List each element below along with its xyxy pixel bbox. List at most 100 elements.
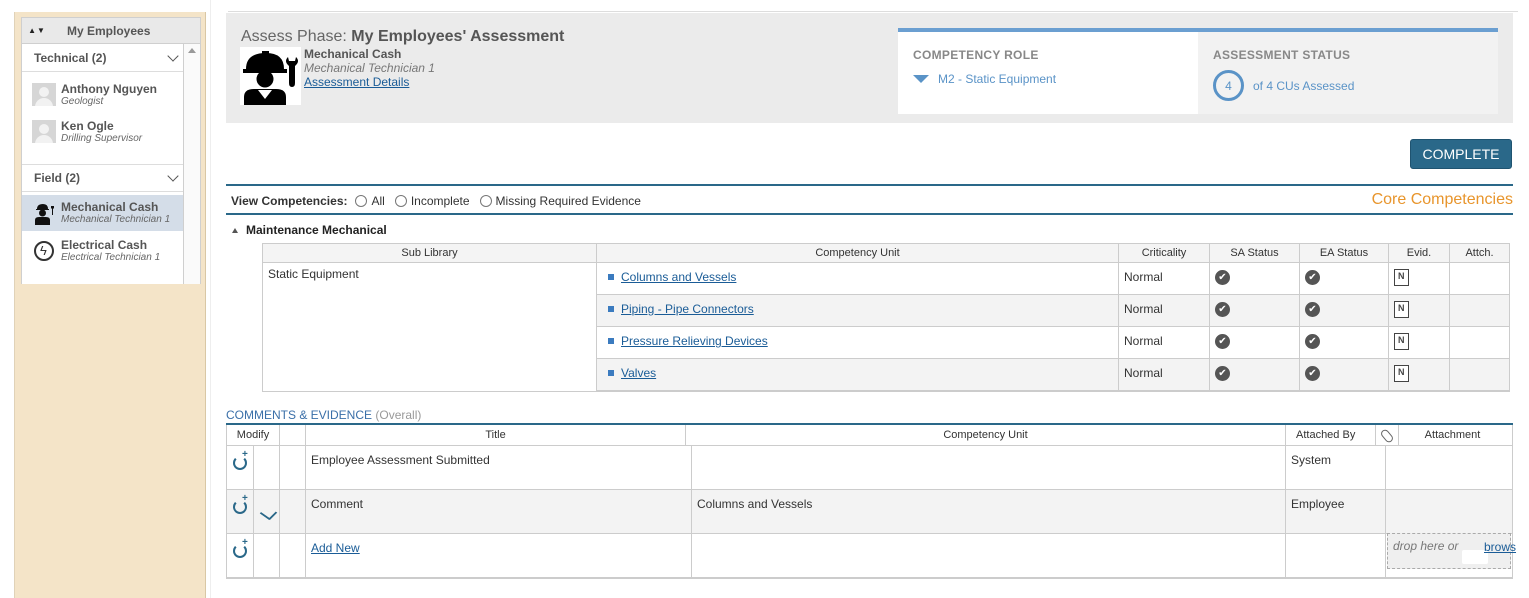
comment-title-cell: Comment xyxy=(306,490,692,533)
sidebar-scrollbar[interactable] xyxy=(184,44,201,284)
competency-unit-cell xyxy=(692,446,1286,489)
refresh-add-icon[interactable] xyxy=(233,537,248,558)
assessment-details-link[interactable]: Assessment Details xyxy=(304,75,409,89)
file-drop-zone[interactable]: drop here or brows xyxy=(1387,533,1516,569)
check-circle-icon: ✔ xyxy=(1215,334,1230,349)
column-header: Modify xyxy=(227,425,280,445)
user-placeholder-icon xyxy=(31,83,56,106)
scroll-up-icon[interactable] xyxy=(188,48,196,53)
attachment-cell xyxy=(1450,359,1509,390)
sidebar-item-employee[interactable]: Anthony Nguyen Geologist xyxy=(22,76,183,113)
assessment-header: Assess Phase: My Employees' Assessment M… xyxy=(226,13,1513,123)
check-circle-icon: ✔ xyxy=(1305,302,1320,317)
section-divider xyxy=(226,213,1513,215)
evidence-document-icon[interactable] xyxy=(1394,269,1409,286)
core-competencies-heading: Core Competencies xyxy=(1371,191,1513,208)
employee-role: Electrical Technician 1 xyxy=(61,251,161,263)
criticality-cell: Normal xyxy=(1119,359,1210,390)
radio-circle-icon[interactable] xyxy=(394,195,407,207)
chevron-down-icon[interactable] xyxy=(167,49,179,62)
sub-library-value: Static Equipment xyxy=(263,263,597,391)
complete-button[interactable]: COMPLETE xyxy=(1410,139,1512,169)
radio-missing-evidence[interactable]: Missing Required Evidence xyxy=(479,194,641,208)
sidebar-item-employee[interactable]: Ken Ogle Drilling Supervisor xyxy=(22,113,183,150)
drop-hint: drop here or xyxy=(1393,539,1459,553)
bullet-square-icon xyxy=(608,274,614,280)
attachment-cell xyxy=(1450,263,1509,294)
paperclip-icon xyxy=(1379,428,1395,444)
sidebar-item-employee-selected[interactable]: Mechanical Cash Mechanical Technician 1 xyxy=(22,195,183,231)
competency-unit-cell: Columns and Vessels xyxy=(597,263,1119,294)
comment-title-cell: Add New xyxy=(306,534,692,577)
group-header-technical[interactable]: Technical (2) xyxy=(22,44,183,72)
library-header[interactable]: Maintenance Mechanical xyxy=(232,223,387,237)
edit-cell xyxy=(254,446,280,489)
employee-sidebar: ▲▼ My Employees Technical (2) Anthony Ng… xyxy=(14,12,206,598)
ea-status-cell: ✔ xyxy=(1300,295,1389,326)
blank-cell xyxy=(280,446,306,489)
competency-unit-link[interactable]: Columns and Vessels xyxy=(621,270,736,284)
chevron-down-icon[interactable] xyxy=(167,170,179,182)
assessed-count-badge: 4 xyxy=(1213,70,1244,101)
competency-unit-cell xyxy=(692,534,1286,577)
evidence-cell xyxy=(1389,295,1450,326)
pencil-icon[interactable] xyxy=(259,505,278,521)
sa-status-cell: ✔ xyxy=(1210,327,1300,358)
table-header-row: Sub Library Competency Unit Criticality … xyxy=(263,244,1509,263)
column-header: Title xyxy=(306,425,686,445)
edit-cell xyxy=(254,534,280,577)
assessment-status-panel: ASSESSMENT STATUS 4 of 4 CUs Assessed xyxy=(1198,28,1498,114)
avatar xyxy=(31,119,56,144)
sidebar-header: ▲▼ My Employees xyxy=(21,17,201,44)
attached-by-cell: System xyxy=(1286,446,1386,489)
refresh-add-icon[interactable] xyxy=(233,493,248,514)
employee-role: Mechanical Technician 1 xyxy=(304,61,435,75)
competency-unit-link[interactable]: Pressure Relieving Devices xyxy=(621,334,768,348)
competency-role-value: M2 - Static Equipment xyxy=(938,72,1057,86)
modify-cell xyxy=(227,490,254,533)
edit-cell xyxy=(254,490,280,533)
radio-circle-icon[interactable] xyxy=(479,195,492,207)
attachment-icon-header xyxy=(1376,425,1398,445)
check-circle-icon: ✔ xyxy=(1215,270,1230,285)
column-header: SA Status xyxy=(1210,244,1300,262)
employee-role: Drilling Supervisor xyxy=(61,132,143,144)
sort-toggle-icon[interactable]: ▲▼ xyxy=(22,26,52,35)
check-circle-icon: ✔ xyxy=(1305,366,1320,381)
add-new-link[interactable]: Add New xyxy=(311,541,360,555)
comment-title-cell: Employee Assessment Submitted xyxy=(306,446,692,489)
modify-cell xyxy=(227,446,254,489)
evidence-document-icon[interactable] xyxy=(1394,365,1409,382)
assessment-status-value: 4 of 4 CUs Assessed xyxy=(1213,70,1354,101)
view-label: View Competencies: xyxy=(231,194,348,208)
group-header-field[interactable]: Field (2) xyxy=(22,164,183,192)
column-header: Criticality xyxy=(1119,244,1210,262)
evidence-document-icon[interactable] xyxy=(1394,333,1409,350)
blank-cell xyxy=(280,490,306,533)
comments-title: COMMENTS & EVIDENCE xyxy=(226,408,373,422)
table-row: Employee Assessment Submitted System xyxy=(227,446,1512,490)
attached-by-label: Attached By xyxy=(1296,429,1356,441)
evidence-cell xyxy=(1389,327,1450,358)
criticality-cell: Normal xyxy=(1119,263,1210,294)
bullet-square-icon xyxy=(608,338,614,344)
radio-circle-icon[interactable] xyxy=(355,195,368,207)
assessed-count-text: of 4 CUs Assessed xyxy=(1253,78,1355,93)
competency-unit-link[interactable]: Valves xyxy=(621,366,656,380)
employee-photo xyxy=(240,47,301,105)
competency-unit-link[interactable]: Piping - Pipe Connectors xyxy=(621,302,754,316)
attached-by-cell: Employee xyxy=(1286,490,1386,533)
competency-role-dropdown[interactable]: M2 - Static Equipment xyxy=(913,72,1056,86)
sidebar-item-employee[interactable]: ϟ Electrical Cash Electrical Technician … xyxy=(22,232,183,269)
radio-incomplete[interactable]: Incomplete xyxy=(394,194,470,208)
evidence-document-icon[interactable] xyxy=(1394,301,1409,318)
radio-all[interactable]: All xyxy=(355,194,385,208)
employee-name: Mechanical Cash xyxy=(304,47,402,61)
caret-down-icon[interactable] xyxy=(913,75,929,83)
browse-link[interactable]: brows xyxy=(1484,540,1516,554)
competency-table: Sub Library Competency Unit Criticality … xyxy=(262,243,1510,392)
refresh-add-icon[interactable] xyxy=(233,449,248,470)
comments-title-suffix: (Overall) xyxy=(375,408,422,422)
criticality-cell: Normal xyxy=(1119,327,1210,358)
collapse-triangle-icon[interactable] xyxy=(232,227,238,233)
